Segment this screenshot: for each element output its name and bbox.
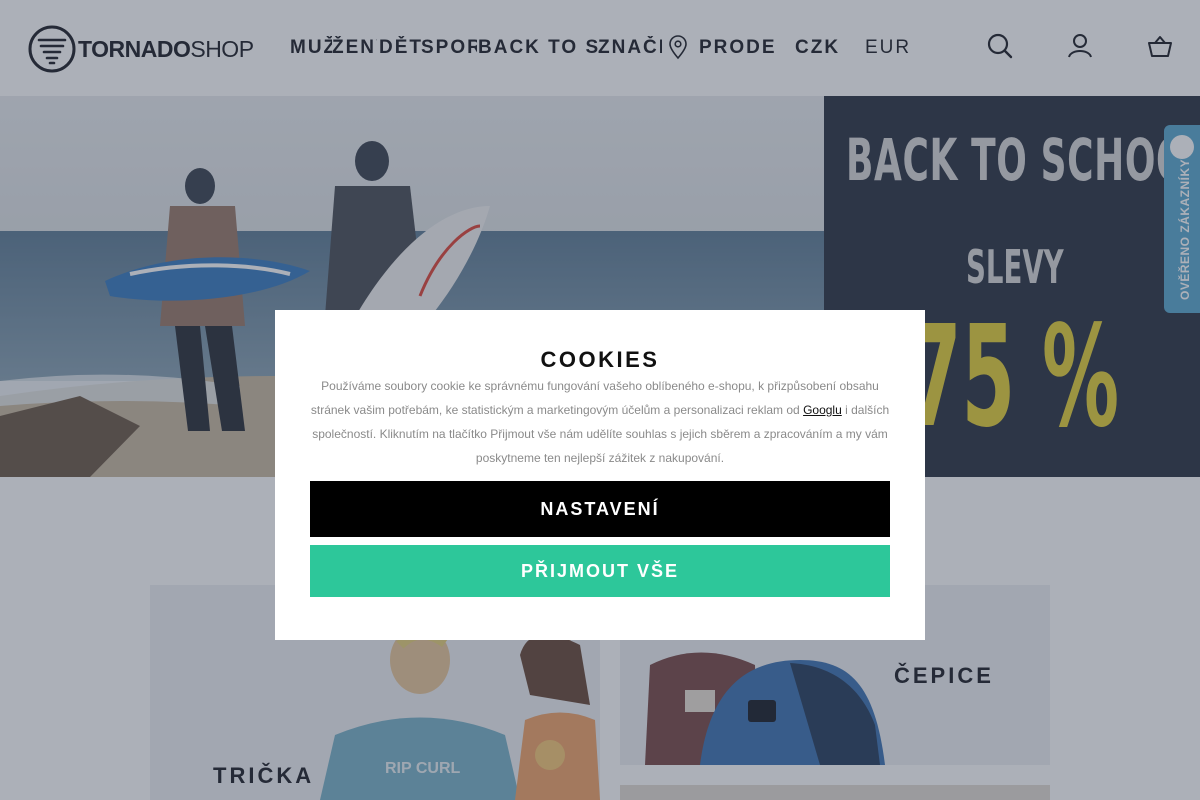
cookie-dialog-text: Používáme soubory cookie ke správnému fu… <box>305 374 895 470</box>
cookie-dialog-title: COOKIES <box>540 347 660 372</box>
cookie-consent-dialog: COOKIES Používáme soubory cookie ke sprá… <box>275 310 925 640</box>
accept-all-button[interactable]: PŘIJMOUT VŠE <box>310 545 890 597</box>
cookie-settings-button[interactable]: NASTAVENÍ <box>310 481 890 537</box>
google-link[interactable]: Googlu <box>803 403 842 417</box>
cookie-text-before: Používáme soubory cookie ke správnému fu… <box>310 379 879 417</box>
